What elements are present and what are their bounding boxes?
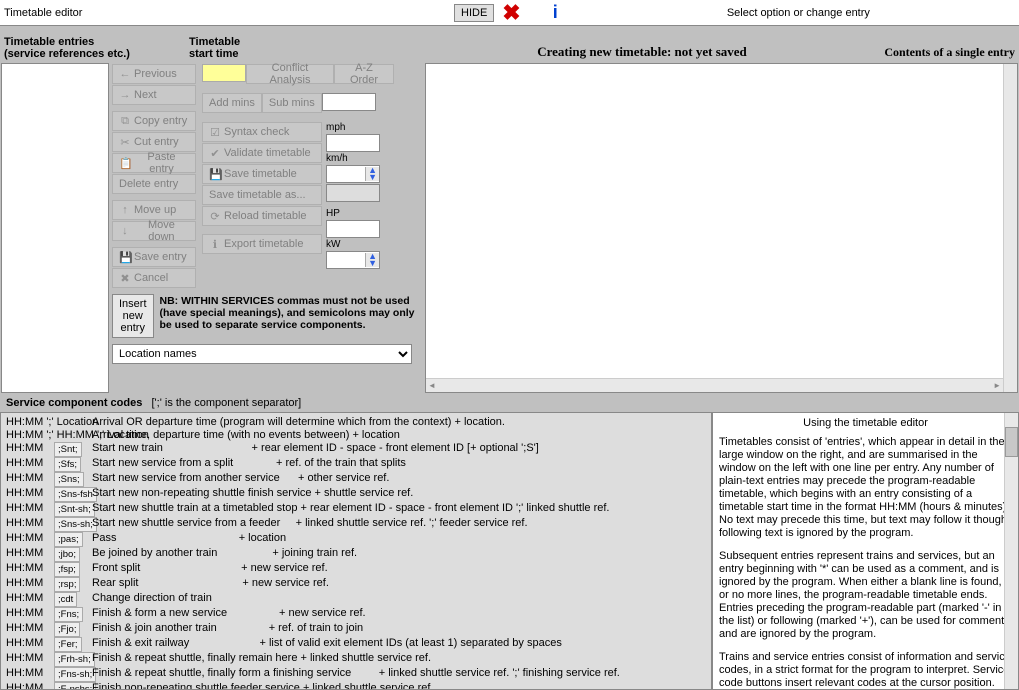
- cancel-button[interactable]: ✖Cancel: [112, 268, 196, 288]
- code-line: HH:MM;pas;Pass + location: [6, 532, 706, 547]
- save-timetable-button[interactable]: 💾Save timetable: [202, 164, 322, 184]
- code-line: HH:MM;Sns-sh;Start new shuttle service f…: [6, 517, 706, 532]
- codes-separator-note: [';' is the component separator]: [152, 397, 302, 409]
- code-tag-button[interactable]: ;Sns-fsh: [54, 487, 97, 502]
- code-line: HH:MM;cdtChange direction of train: [6, 592, 706, 607]
- sub-mins-button[interactable]: Sub mins: [262, 93, 322, 113]
- code-line: HH:MM ';' LocationArrival OR departure t…: [6, 416, 706, 429]
- code-line: HH:MM ';' HH:MM ';' LocationArrival time…: [6, 429, 706, 442]
- location-names-select[interactable]: Location names: [112, 344, 412, 364]
- code-line: HH:MM;rsp;Rear split + new service ref.: [6, 577, 706, 592]
- code-line: HH:MM;Sns-fshStart new non-repeating shu…: [6, 487, 706, 502]
- add-mins-button[interactable]: Add mins: [202, 93, 262, 113]
- code-line: HH:MM;Sns;Start new service from another…: [6, 472, 706, 487]
- mph-label: mph: [326, 122, 380, 133]
- disabled-spinner: [326, 184, 380, 202]
- entry-contents-area[interactable]: [425, 63, 1018, 393]
- code-line: HH:MM;Fer;Finish & exit railway + list o…: [6, 637, 706, 652]
- vertical-scrollbar[interactable]: [1003, 64, 1017, 392]
- creating-header: Creating new timetable: not yet saved: [429, 44, 855, 60]
- code-tag-button[interactable]: ;Fer;: [54, 637, 82, 652]
- help-title: Using the timetable editor: [719, 417, 1012, 430]
- az-order-button[interactable]: A-Z Order: [334, 64, 394, 84]
- mins-input[interactable]: [322, 93, 376, 111]
- code-line: HH:MM;Frh-sh;Finish & repeat shuttle, fi…: [6, 652, 706, 667]
- code-line: HH:MM;Snt-sh;Start new shuttle train at …: [6, 502, 706, 517]
- entries-header2: (service references etc.): [4, 48, 189, 60]
- help-p3: Trains and service entries consist of in…: [719, 651, 1012, 690]
- conflict-analysis-button[interactable]: Conflict Analysis: [246, 64, 334, 84]
- code-tag-button[interactable]: ;pas;: [54, 532, 83, 547]
- save-timetable-as-button[interactable]: Save timetable as...: [202, 185, 322, 205]
- status-text: Select option or change entry: [582, 7, 1015, 19]
- hp-input[interactable]: [326, 220, 380, 238]
- code-line: HH:MM;jbo;Be joined by another train + j…: [6, 547, 706, 562]
- paste-entry-button[interactable]: 📋Paste entry: [112, 153, 196, 173]
- code-tag-button[interactable]: ;jbo;: [54, 547, 80, 562]
- save-entry-button[interactable]: 💾Save entry: [112, 247, 196, 267]
- code-tag-button[interactable]: ;Sns-sh;: [54, 517, 97, 532]
- entries-list[interactable]: [1, 63, 109, 393]
- validate-timetable-button[interactable]: ✔Validate timetable: [202, 143, 322, 163]
- starttime-header: Timetable: [189, 36, 429, 48]
- code-tag-button[interactable]: ;cdt: [54, 592, 77, 607]
- nb-warning: NB: WITHIN SERVICES commas must not be u…: [158, 292, 422, 338]
- code-line: HH:MM;Fns-sh;Finish & repeat shuttle, fi…: [6, 667, 706, 682]
- codes-header-label: Service component codes: [6, 397, 142, 409]
- kmh-label: km/h: [326, 153, 380, 164]
- code-tag-button[interactable]: ;rsp;: [54, 577, 80, 592]
- code-tag-button[interactable]: ;Sns;: [54, 472, 84, 487]
- code-tag-button[interactable]: ;Fns-sh;: [54, 667, 96, 682]
- reload-timetable-button[interactable]: ⟳Reload timetable: [202, 206, 322, 226]
- code-tag-button[interactable]: ;Frh-sh;: [54, 652, 95, 667]
- hp-label: HP: [326, 208, 380, 219]
- help-scrollbar[interactable]: [1004, 413, 1018, 689]
- help-p1: Timetables consist of 'entries', which a…: [719, 436, 1012, 540]
- copy-entry-button[interactable]: ⧉Copy entry: [112, 111, 196, 131]
- code-tag-button[interactable]: ;Fns;: [54, 607, 83, 622]
- kw-label: kW: [326, 239, 380, 250]
- entries-header: Timetable entries: [4, 36, 189, 48]
- codes-pane: HH:MM ';' LocationArrival OR departure t…: [0, 412, 712, 690]
- code-line: HH:MM;Snt;Start new train + rear element…: [6, 442, 706, 457]
- move-down-button[interactable]: ↓Move down: [112, 221, 196, 241]
- kmh-spinner[interactable]: ▲▼: [326, 165, 380, 183]
- code-line: HH:MM;fsp;Front split + new service ref.: [6, 562, 706, 577]
- close-icon[interactable]: ✖: [502, 0, 520, 26]
- code-line: HH:MM;F-nshs;Finish non-repeating shuttl…: [6, 682, 706, 690]
- code-tag-button[interactable]: ;F-nshs;: [54, 682, 96, 690]
- export-timetable-button[interactable]: ℹExport timetable: [202, 234, 322, 254]
- mph-input[interactable]: [326, 134, 380, 152]
- contents-header: Contents of a single entry: [855, 45, 1015, 60]
- syntax-check-button[interactable]: ☑Syntax check: [202, 122, 322, 142]
- code-tag-button[interactable]: ;Sfs;: [54, 457, 81, 472]
- code-line: HH:MM;Fns;Finish & form a new service + …: [6, 607, 706, 622]
- info-icon[interactable]: i: [553, 2, 558, 23]
- start-time-input[interactable]: [202, 64, 246, 82]
- help-p2: Subsequent entries represent trains and …: [719, 550, 1012, 641]
- cut-entry-button[interactable]: ✂Cut entry: [112, 132, 196, 152]
- starttime-header2: start time: [189, 48, 429, 60]
- code-line: HH:MM;Fjo;Finish & join another train + …: [6, 622, 706, 637]
- insert-new-entry-button[interactable]: Insert new entry: [112, 294, 154, 338]
- move-up-button[interactable]: ↑Move up: [112, 200, 196, 220]
- delete-entry-button[interactable]: Delete entry: [112, 174, 196, 194]
- code-tag-button[interactable]: ;Snt-sh;: [54, 502, 95, 517]
- code-tag-button[interactable]: ;fsp;: [54, 562, 80, 577]
- code-line: HH:MM;Sfs;Start new service from a split…: [6, 457, 706, 472]
- kw-spinner[interactable]: ▲▼: [326, 251, 380, 269]
- next-button[interactable]: →Next: [112, 85, 196, 105]
- code-tag-button[interactable]: ;Snt;: [54, 442, 82, 457]
- help-pane: Using the timetable editor Timetables co…: [712, 412, 1019, 690]
- horizontal-scrollbar[interactable]: [426, 378, 1003, 392]
- window-title: Timetable editor: [4, 7, 454, 19]
- code-tag-button[interactable]: ;Fjo;: [54, 622, 80, 637]
- hide-button[interactable]: HIDE: [454, 4, 494, 22]
- previous-button[interactable]: ←Previous: [112, 64, 196, 84]
